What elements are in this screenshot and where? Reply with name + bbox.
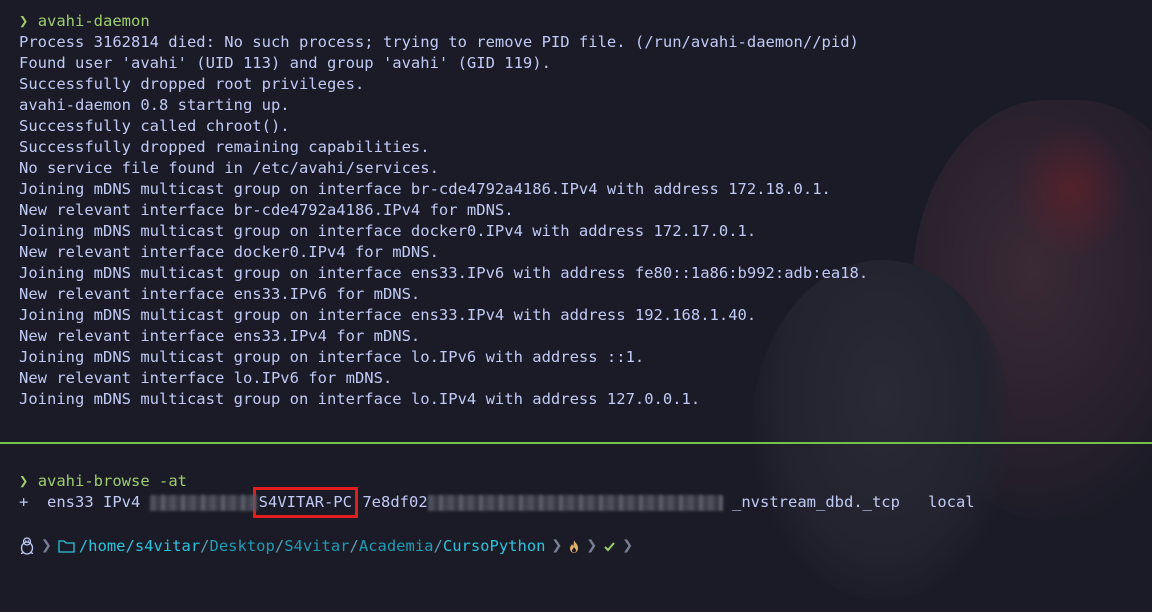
command-output: Process 3162814 died: No such process; t… (0, 32, 1152, 410)
path-separator: / (274, 537, 285, 555)
prompt-line: ❯ avahi-browse -at (0, 471, 1152, 492)
output-line: New relevant interface lo.IPv6 for mDNS. (19, 369, 393, 387)
chevron-right-icon: ❯ (622, 535, 634, 556)
chevron-right-icon: ❯ (586, 535, 598, 556)
output-line: New relevant interface ens33.IPv6 for mD… (19, 285, 421, 303)
path-separator: / (349, 537, 359, 555)
prompt-arrow-icon: ❯ (19, 472, 29, 490)
output-line: New relevant interface br-cde4792a4186.I… (19, 201, 514, 219)
service-id: 7e8df02 (362, 493, 428, 511)
output-line: Joining mDNS multicast group on interfac… (19, 306, 757, 324)
path-user: s4vitar (134, 537, 201, 555)
redacted-blur (427, 494, 723, 511)
path-home: /home/ (78, 537, 135, 555)
output-line: Joining mDNS multicast group on interfac… (19, 180, 831, 198)
path-separator: / (433, 537, 443, 555)
output-line: Joining mDNS multicast group on interfac… (19, 390, 701, 408)
result-prefix: + ens33 IPv4 (19, 493, 150, 511)
prompt-arrow-icon: ❯ (19, 12, 29, 30)
output-line: No service file found in /etc/avahi/serv… (19, 159, 439, 177)
current-path: /home/s4vitar / Desktop / S4vitar / Academia / C… (79, 537, 546, 555)
terminal-top-pane[interactable]: ❯ avahi-daemon Process 3162814 died: No … (0, 11, 1152, 410)
folder-icon (58, 539, 75, 553)
highlighted-hostname: S4VITAR-PC (252, 487, 359, 518)
output-line: Found user 'avahi' (UID 113) and group '… (19, 54, 551, 72)
command-text: avahi-daemon (37, 12, 150, 30)
chevron-right-icon: ❯ (551, 535, 563, 556)
service-domain: local (927, 493, 975, 511)
redacted-blur (149, 494, 258, 511)
prompt-status-bar: ❯ /home/s4vitar / Desktop / S4vitar / Academia… (19, 535, 639, 557)
output-line: Successfully called chroot(). (19, 117, 290, 135)
path-dir: Desktop (209, 537, 275, 555)
path-dir: S4vitar (284, 537, 350, 555)
output-line: Process 3162814 died: No such process; t… (19, 33, 859, 51)
prompt-line: ❯ avahi-daemon (0, 11, 1152, 32)
output-line: Successfully dropped remaining capabilit… (19, 138, 430, 156)
output-line: Successfully dropped root privileges. (19, 75, 365, 93)
output-line: Joining mDNS multicast group on interfac… (19, 348, 645, 366)
service-type: _nvstream_dbd._tcp (732, 493, 900, 511)
fire-icon (568, 539, 580, 554)
output-line: New relevant interface docker0.IPv4 for … (19, 243, 439, 261)
tux-icon (19, 537, 35, 555)
pane-divider[interactable] (0, 442, 1152, 444)
chevron-right-icon: ❯ (41, 535, 52, 556)
output-line: New relevant interface ens33.IPv4 for mD… (19, 327, 421, 345)
output-line: avahi-daemon 0.8 starting up. (19, 96, 290, 114)
path-separator: / (200, 537, 210, 555)
command-text: avahi-browse -at (37, 472, 187, 490)
output-line: Joining mDNS multicast group on interfac… (19, 264, 869, 282)
browse-result-line: + ens33 IPv4 S4VITAR-PC 7e8df02 _nvstrea… (0, 487, 1152, 518)
output-line: Joining mDNS multicast group on interfac… (19, 222, 757, 240)
path-dir: Academia (358, 537, 434, 555)
check-icon (603, 540, 616, 553)
path-current-dir: CursoPython (442, 537, 546, 555)
terminal-bottom-pane[interactable]: ❯ avahi-browse -at + ens33 IPv4 S4VITAR-… (0, 471, 1152, 518)
